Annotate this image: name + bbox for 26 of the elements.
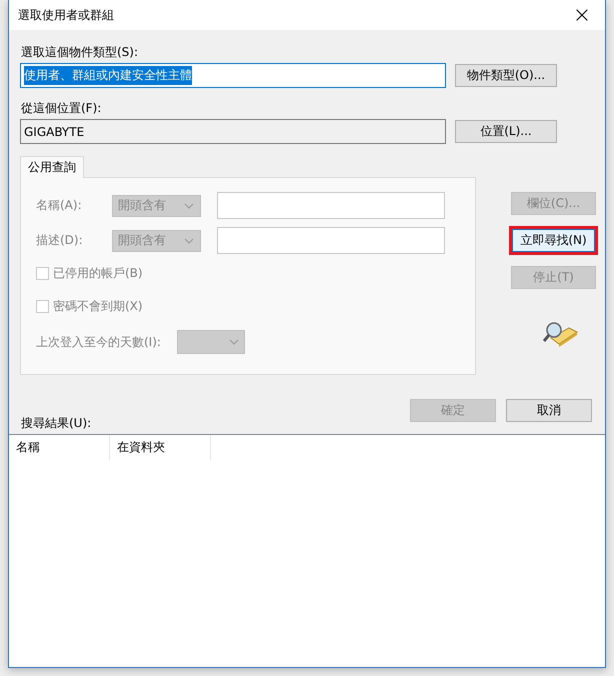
tab[interactable]: 公用查詢 <box>20 156 84 178</box>
chevron-icon <box>228 339 239 345</box>
criteria-label: 描述(D): <box>36 232 84 249</box>
find-now-button[interactable]: 立即尋找(N) <box>512 229 595 252</box>
object-type-label: 選取這個物件類型(S): <box>21 44 140 61</box>
days-dropdown[interactable] <box>176 330 245 354</box>
location-field: GIGABYTE <box>20 119 446 144</box>
checkbox-label: 已停用的帳戶(B) <box>53 264 143 282</box>
days-label: 上次登入至今的天數(I): <box>36 334 161 350</box>
column-header[interactable]: 在資料夾 <box>110 435 211 460</box>
criteria-input[interactable] <box>217 192 445 219</box>
column-header[interactable]: 名稱 <box>9 435 110 460</box>
object-types-button[interactable]: 物件類型(O)... <box>455 64 557 87</box>
location-label: 從這個位置(F): <box>21 100 102 117</box>
chevron-icon <box>184 202 194 208</box>
checkbox-label: 密碼不會到期(X) <box>53 298 143 314</box>
criteria-input[interactable] <box>217 227 445 254</box>
window-title: 選取使用者或群組 <box>18 6 114 24</box>
search-directory-icon <box>542 320 578 348</box>
criteria-label: 名稱(A): <box>36 197 83 214</box>
object-type-field[interactable]: 使用者、群組或內建安全性主體 <box>20 63 446 88</box>
chevron-icon <box>184 238 194 244</box>
close-button[interactable]: × <box>559 0 605 30</box>
cancel-button[interactable]: 取消 <box>506 399 592 422</box>
results-label: 搜尋結果(U): <box>21 415 92 432</box>
locations-button[interactable]: 位置(L)... <box>455 120 557 143</box>
